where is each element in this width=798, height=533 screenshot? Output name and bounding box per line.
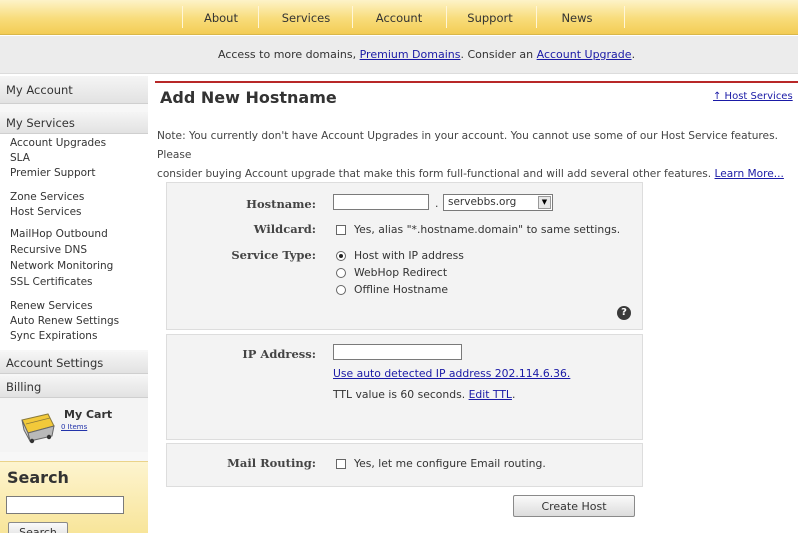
host-services-link[interactable]: ↑ Host Services xyxy=(713,91,793,102)
help-icon[interactable]: ? xyxy=(617,306,631,320)
nav-divider xyxy=(258,6,259,28)
sidebar-services-list: Account Upgrades SLA Premier Support Zon… xyxy=(0,134,148,350)
service-radio-webhop[interactable] xyxy=(336,268,346,278)
hostname-label: Hostname: xyxy=(246,197,316,211)
hostname-input[interactable] xyxy=(333,194,429,210)
top-nav: About Services Account Support News xyxy=(0,0,798,35)
sidebar-item-renew-services[interactable]: Renew Services xyxy=(10,300,93,312)
learn-more-link[interactable]: Learn More... xyxy=(715,168,784,180)
create-host-button[interactable]: Create Host xyxy=(513,495,635,517)
domain-select-value: servebbs.org xyxy=(448,196,517,208)
nav-services[interactable]: Services xyxy=(266,8,346,28)
premium-domains-link[interactable]: Premium Domains xyxy=(360,48,461,61)
search-input[interactable] xyxy=(6,496,124,514)
notice-middle: . Consider an xyxy=(460,48,537,61)
service-type-label: Service Type: xyxy=(231,248,316,262)
my-cart-box: My Cart 0 Items xyxy=(0,398,148,452)
ttl-text-row: TTL value is 60 seconds. Edit TTL. xyxy=(333,388,515,401)
wildcard-checkbox[interactable] xyxy=(336,225,346,235)
search-title: Search xyxy=(7,468,69,487)
cart-items-link[interactable]: 0 Items xyxy=(61,423,87,431)
sidebar-item-host-services[interactable]: Host Services xyxy=(10,206,82,218)
service-option-webhop: WebHop Redirect xyxy=(354,266,448,279)
sidebar-item-sla[interactable]: SLA xyxy=(10,152,30,164)
search-button[interactable]: Search xyxy=(8,522,68,533)
notice-bar: Access to more domains, Premium Domains.… xyxy=(0,36,798,74)
sidebar-item-recursive-dns[interactable]: Recursive DNS xyxy=(10,244,87,256)
note-line-2-text: consider buying Account upgrade that mak… xyxy=(157,168,715,180)
sidebar-billing[interactable]: Billing xyxy=(0,376,148,398)
mail-routing-label: Mail Routing: xyxy=(227,456,316,470)
notice-text: Access to more domains, Premium Domains.… xyxy=(218,36,635,74)
service-option-host-ip: Host with IP address xyxy=(354,249,464,262)
nav-divider xyxy=(446,6,447,28)
nav-divider xyxy=(352,6,353,28)
shopping-cart-icon[interactable] xyxy=(18,406,58,444)
ttl-text: TTL value is 60 seconds. xyxy=(333,388,469,401)
nav-divider xyxy=(536,6,537,28)
nav-account[interactable]: Account xyxy=(360,8,438,28)
service-option-offline: Offline Hostname xyxy=(354,283,449,296)
sidebar-item-sync-expirations[interactable]: Sync Expirations xyxy=(10,330,97,342)
sidebar-item-premier-support[interactable]: Premier Support xyxy=(10,167,95,179)
notice-suffix: . xyxy=(631,48,636,61)
sidebar-my-services[interactable]: My Services xyxy=(0,112,148,134)
sidebar-item-auto-renew-settings[interactable]: Auto Renew Settings xyxy=(10,315,119,327)
cart-title: My Cart xyxy=(64,408,113,421)
service-radio-host-ip[interactable] xyxy=(336,251,346,261)
upgrade-note: Note: You currently don't have Account U… xyxy=(157,127,797,184)
nav-divider xyxy=(182,6,183,28)
sidebar-item-account-upgrades[interactable]: Account Upgrades xyxy=(10,137,106,149)
nav-support[interactable]: Support xyxy=(452,8,528,28)
wildcard-label: Wildcard: xyxy=(253,222,316,236)
service-radio-offline[interactable] xyxy=(336,285,346,295)
ip-address-input[interactable] xyxy=(333,344,462,360)
mail-routing-checkbox[interactable] xyxy=(336,459,346,469)
hostname-dot: . xyxy=(435,197,439,210)
notice-prefix: Access to more domains, xyxy=(218,48,360,61)
sidebar-item-ssl-certificates[interactable]: SSL Certificates xyxy=(10,276,93,288)
search-panel: Search Search xyxy=(0,461,148,533)
sidebar: My Account My Services Account Upgrades … xyxy=(0,76,148,533)
nav-divider xyxy=(624,6,625,28)
edit-ttl-link[interactable]: Edit TTL xyxy=(469,388,512,401)
sidebar-account-settings[interactable]: Account Settings xyxy=(0,352,148,374)
domain-select[interactable]: servebbs.org ▼ xyxy=(443,194,553,211)
sidebar-item-network-monitoring[interactable]: Network Monitoring xyxy=(10,260,113,272)
wildcard-text: Yes, alias "*.hostname.domain" to same s… xyxy=(354,223,621,236)
nav-news[interactable]: News xyxy=(542,8,612,28)
ip-address-label: IP Address: xyxy=(242,347,316,361)
sidebar-item-zone-services[interactable]: Zone Services xyxy=(10,191,84,203)
sidebar-my-account[interactable]: My Account xyxy=(0,76,148,104)
sidebar-item-mailhop-outbound[interactable]: MailHop Outbound xyxy=(10,228,108,240)
ttl-period: . xyxy=(511,388,516,401)
nav-about[interactable]: About xyxy=(190,8,252,28)
chevron-down-icon: ▼ xyxy=(538,196,551,209)
mail-routing-text: Yes, let me configure Email routing. xyxy=(354,457,546,470)
page-title: Add New Hostname xyxy=(160,88,337,107)
account-upgrade-link[interactable]: Account Upgrade xyxy=(537,48,632,61)
note-line-1: Note: You currently don't have Account U… xyxy=(157,130,778,161)
title-rule xyxy=(155,81,798,83)
auto-ip-link[interactable]: Use auto detected IP address 202.114.6.3… xyxy=(333,367,570,380)
